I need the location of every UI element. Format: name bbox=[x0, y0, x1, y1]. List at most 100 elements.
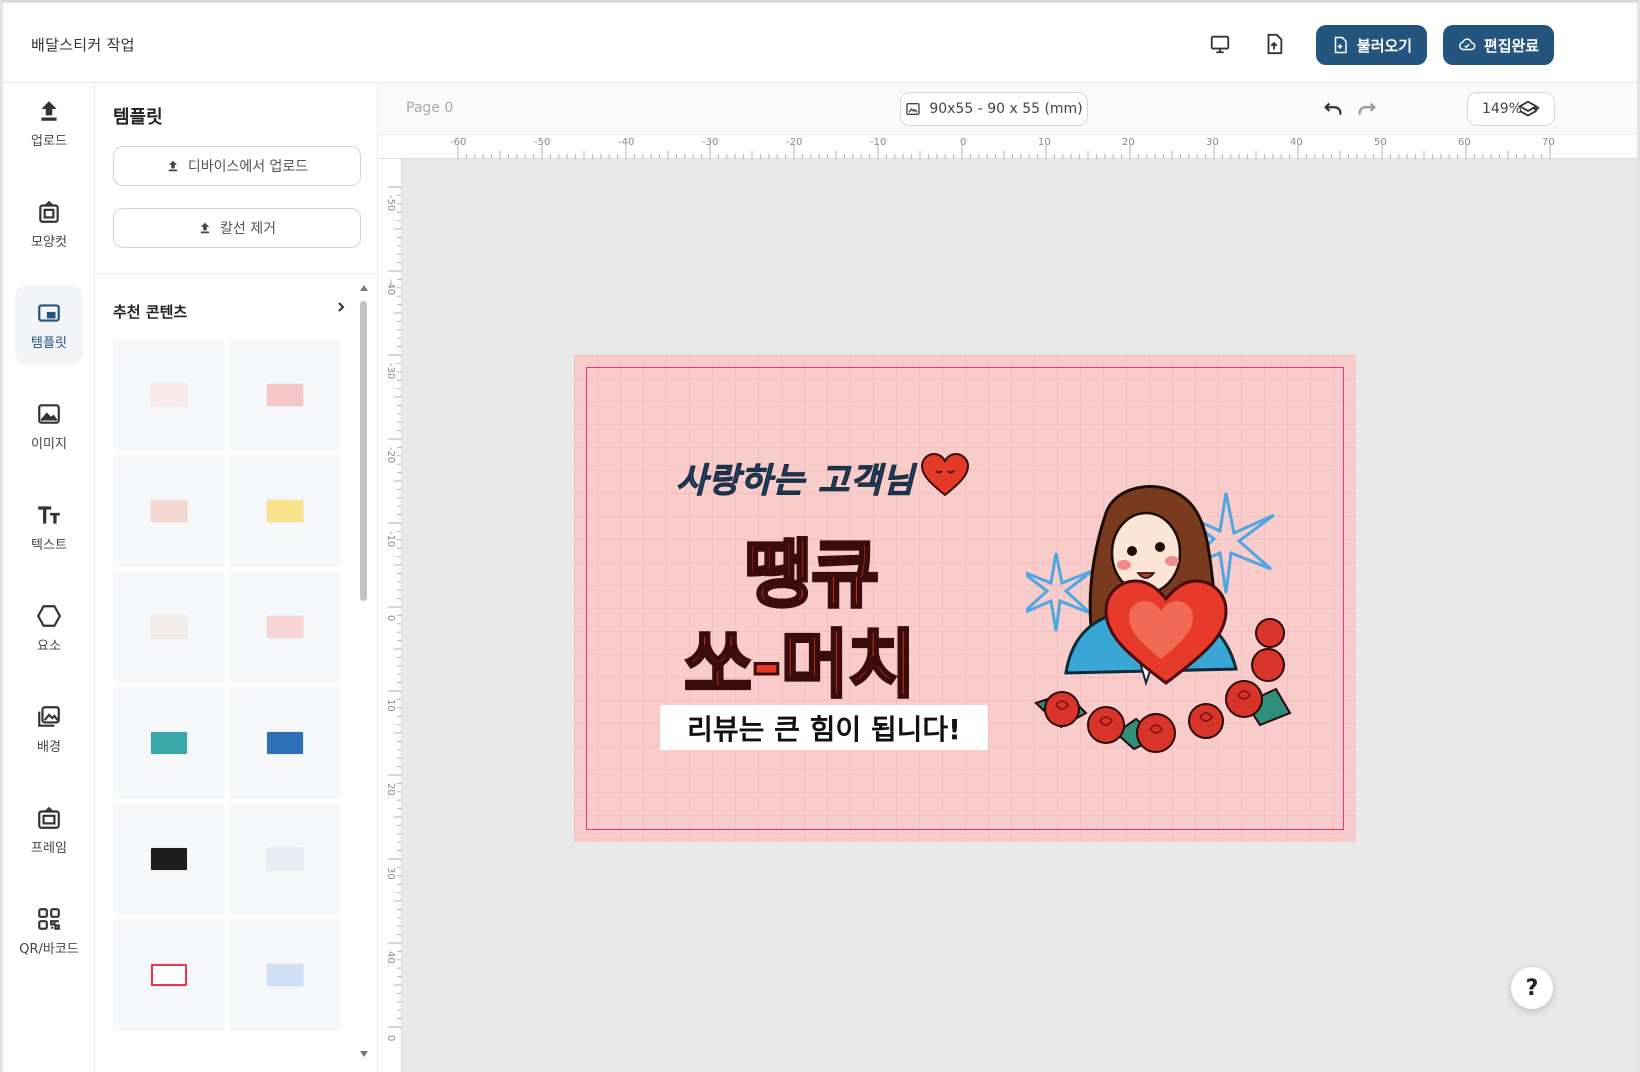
template-tile[interactable] bbox=[113, 803, 225, 915]
horizontal-ruler: -60 -50 -40 -30 -20 -10 0 10 20 30 40 50 60 70 bbox=[378, 135, 1637, 159]
template-tile[interactable] bbox=[113, 455, 225, 567]
undo-icon bbox=[1324, 102, 1342, 115]
redo-button[interactable] bbox=[1354, 97, 1380, 123]
woman-heart-illustration[interactable] bbox=[1026, 473, 1306, 763]
file-add-icon bbox=[1334, 36, 1347, 54]
template-tile[interactable] bbox=[229, 803, 341, 915]
redo-icon bbox=[1358, 102, 1376, 115]
ruler-tick-label: 20 bbox=[385, 783, 396, 796]
ruler-tick-label: 10 bbox=[385, 699, 396, 712]
layers-button[interactable] bbox=[1515, 97, 1541, 123]
heart-face-icon[interactable] bbox=[920, 453, 970, 497]
scroll-down-arrow[interactable] bbox=[359, 1049, 368, 1058]
page-label: Page 0 bbox=[406, 100, 454, 116]
chevron-right-icon bbox=[338, 302, 345, 312]
monitor-icon bbox=[1210, 35, 1230, 54]
rail-item-shape-cut[interactable]: 모양컷 bbox=[15, 184, 83, 264]
upload-from-device-button[interactable]: 디바이스에서 업로드 bbox=[113, 146, 361, 186]
horizontal-ruler-ticks: -60 -50 -40 -30 -20 -10 0 10 20 30 40 50 60 70 bbox=[450, 137, 1555, 159]
template-thumbnail bbox=[151, 384, 187, 406]
rail-item-elements[interactable]: 요소 bbox=[15, 588, 83, 668]
template-tile[interactable] bbox=[229, 571, 341, 683]
canvas-size-label: 90x55 - 90 x 55 (mm) bbox=[929, 101, 1083, 117]
template-tile[interactable] bbox=[229, 339, 341, 451]
ruler-tick-label: 30 bbox=[385, 867, 396, 880]
template-tile[interactable] bbox=[229, 455, 341, 567]
image-size-icon bbox=[906, 103, 920, 115]
scrollbar-thumb[interactable] bbox=[360, 301, 367, 601]
ruler-tick-label: -50 bbox=[534, 137, 550, 148]
ruler-tick-label: -60 bbox=[450, 137, 466, 148]
template-tile[interactable] bbox=[113, 571, 225, 683]
template-tile[interactable] bbox=[113, 687, 225, 799]
rail-item-template[interactable]: 템플릿 bbox=[15, 285, 83, 365]
help-button[interactable]: ? bbox=[1511, 967, 1553, 1009]
upload-icon bbox=[168, 160, 177, 172]
panel-scrollbar[interactable] bbox=[357, 283, 369, 1063]
scroll-up-arrow[interactable] bbox=[359, 283, 368, 292]
triangle-down-icon bbox=[359, 1050, 368, 1057]
ruler-tick-label: 30 bbox=[1206, 137, 1219, 148]
canvas-toolbar: Page 0 90x55 - 90 x 55 (mm) 149% bbox=[378, 83, 1637, 135]
upload-from-device-label: 디바이스에서 업로드 bbox=[187, 159, 309, 175]
design-artboard[interactable]: 사랑하는 고객님 땡큐 쏘-머치 리뷰는 큰 힘이 됩니다! bbox=[574, 355, 1356, 842]
ruler-tick-label: 0 bbox=[960, 137, 966, 148]
rail-item-background[interactable]: 배경 bbox=[15, 689, 83, 769]
canvas-size-chip[interactable]: 90x55 - 90 x 55 (mm) bbox=[900, 92, 1088, 126]
frame-icon bbox=[38, 806, 60, 829]
template-tile[interactable] bbox=[113, 919, 225, 1031]
remove-cutline-button[interactable]: 칼선 제거 bbox=[113, 208, 361, 248]
review-message-box[interactable]: 리뷰는 큰 힘이 됩니다! bbox=[660, 705, 988, 750]
template-tile[interactable] bbox=[113, 339, 225, 451]
undo-button[interactable] bbox=[1320, 97, 1346, 123]
rail-item-upload[interactable]: 업로드 bbox=[15, 83, 83, 163]
app-title: 배달스티커 작업 bbox=[31, 36, 135, 54]
ruler-tick-label: -30 bbox=[385, 363, 396, 379]
remove-cutline-label: 칼선 제거 bbox=[220, 221, 276, 237]
ruler-tick-label: 40 bbox=[1290, 137, 1303, 148]
vertical-ruler-ticks: -50 -40 -30 -20 -10 0 10 20 30 40 0 bbox=[385, 186, 402, 1041]
rail-item-frame[interactable]: 프레임 bbox=[15, 790, 83, 870]
template-tile[interactable] bbox=[229, 919, 341, 1031]
image-icon bbox=[38, 403, 60, 424]
load-button[interactable]: 불러오기 bbox=[1316, 25, 1427, 65]
tool-rail: 업로드 모양컷 템플릿 이미지 텍스트 요소 배경 프레임 QR/바코드 bbox=[3, 83, 95, 1072]
template-thumbnail bbox=[151, 848, 187, 870]
hexagon-icon bbox=[36, 604, 62, 627]
file-upload-icon bbox=[1267, 33, 1283, 55]
rail-label: 텍스트 bbox=[31, 537, 67, 553]
app-window: 배달스티커 작업 불러오기 편집완료 업로드 모양컷 템플릿 이미지 텍스트 요… bbox=[0, 0, 1640, 1072]
text-icon bbox=[38, 505, 60, 524]
review-message-text: 리뷰는 큰 힘이 됩니다! bbox=[687, 712, 961, 746]
template-tile[interactable] bbox=[229, 687, 341, 799]
rail-label: 이미지 bbox=[31, 436, 67, 452]
rail-item-qr[interactable]: QR/바코드 bbox=[15, 891, 83, 971]
qr-icon bbox=[38, 907, 60, 930]
rail-label: 템플릿 bbox=[31, 335, 67, 351]
panel-title: 템플릿 bbox=[113, 107, 163, 128]
template-thumbnail bbox=[267, 500, 303, 522]
ruler-tick-label: -30 bbox=[702, 137, 718, 148]
greeting-text[interactable]: 사랑하는 고객님 bbox=[676, 453, 915, 502]
ruler-tick-label: 0 bbox=[385, 615, 396, 621]
template-thumbnail bbox=[267, 384, 303, 406]
template-thumbnail bbox=[151, 964, 187, 986]
rail-item-text[interactable]: 텍스트 bbox=[15, 487, 83, 567]
zoom-select[interactable]: 149% bbox=[1467, 92, 1555, 126]
rail-item-image[interactable]: 이미지 bbox=[15, 386, 83, 466]
finish-edit-button[interactable]: 편집완료 bbox=[1443, 25, 1554, 65]
export-button[interactable] bbox=[1259, 29, 1289, 59]
ruler-tick-label: -20 bbox=[786, 137, 802, 148]
template-thumbnail bbox=[151, 500, 187, 522]
rail-label: QR/바코드 bbox=[19, 941, 79, 957]
recommended-more-button[interactable] bbox=[331, 297, 351, 317]
ruler-tick-label: 0 bbox=[385, 1035, 396, 1041]
ruler-tick-label: 60 bbox=[1458, 137, 1471, 148]
desktop-preview-button[interactable] bbox=[1205, 29, 1235, 59]
so-much-text[interactable]: 쏘-머치 bbox=[683, 605, 918, 712]
load-button-label: 불러오기 bbox=[1356, 36, 1413, 55]
rail-label: 프레임 bbox=[31, 840, 67, 856]
template-thumbnail bbox=[267, 616, 303, 638]
help-button-label: ? bbox=[1525, 975, 1539, 1001]
ruler-tick-label: -40 bbox=[618, 137, 634, 148]
